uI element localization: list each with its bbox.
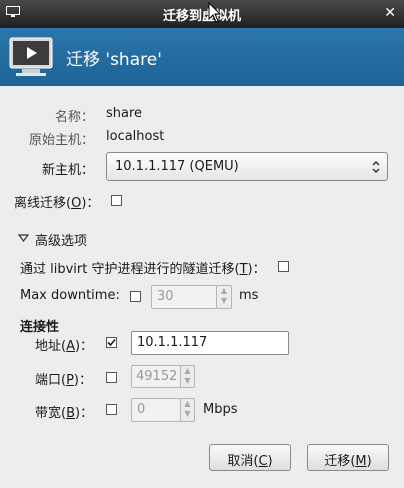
address-label: 地址(A)：	[35, 339, 94, 354]
max-downtime-input[interactable]: 30	[151, 285, 217, 309]
bandwidth-value: 0	[137, 402, 146, 417]
original-host-value: localhost	[106, 129, 165, 144]
port-input[interactable]: 49152	[131, 365, 181, 388]
migrate-button[interactable]: 迁移(M)	[307, 444, 389, 471]
connectivity-header: 连接性	[20, 320, 60, 335]
title-bar[interactable]: 迁移到虚拟机 ✕	[0, 0, 404, 28]
window-title: 迁移到虚拟机	[162, 9, 241, 24]
checkmark-icon	[107, 338, 116, 347]
offline-migration-label: 离线迁移(O)：	[14, 196, 100, 211]
advanced-options-expander[interactable]: 高级选项	[35, 230, 87, 249]
port-checkbox[interactable]	[106, 372, 117, 383]
cancel-button[interactable]: 取消(C)	[209, 444, 291, 471]
bandwidth-spinner[interactable]: ▲ ▼	[180, 398, 195, 422]
tunnel-migration-checkbox[interactable]	[278, 261, 289, 272]
tunnel-migration-label: 通过 libvirt 守护进程进行的隧道迁移(T)：	[20, 262, 266, 277]
max-downtime-label: Max downtime:	[20, 288, 120, 303]
mouse-cursor-icon	[208, 2, 222, 23]
bandwidth-input[interactable]: 0	[131, 398, 181, 422]
bandwidth-label: 带宽(B)：	[35, 406, 94, 421]
cancel-button-label: 取消(C)	[227, 454, 273, 469]
original-host-label: 原始主机：	[28, 133, 94, 148]
expander-arrow-icon[interactable]	[18, 234, 29, 242]
bandwidth-checkbox[interactable]	[106, 404, 117, 415]
migrate-button-label: 迁移(M)	[324, 454, 372, 469]
name-label: 名称：	[54, 110, 94, 125]
new-host-combo[interactable]: 10.1.1.117 (QEMU)	[106, 152, 388, 181]
bandwidth-unit: Mbps	[203, 402, 238, 417]
updown-chevron-icon	[372, 160, 380, 174]
max-downtime-checkbox[interactable]	[130, 291, 141, 302]
name-value: share	[106, 106, 143, 121]
max-downtime-spinner[interactable]: ▲ ▼	[216, 285, 232, 309]
header-banner: 迁移 'share'	[0, 28, 404, 86]
port-label: 端口(P)：	[35, 373, 92, 388]
address-input[interactable]: 10.1.1.117	[131, 331, 289, 355]
max-downtime-value: 30	[157, 289, 174, 304]
banner-title: 迁移 'share'	[66, 50, 162, 70]
close-icon[interactable]: ✕	[384, 5, 396, 21]
max-downtime-unit: ms	[239, 288, 259, 303]
port-spinner[interactable]: ▲ ▼	[180, 365, 195, 388]
port-value: 49152	[136, 369, 178, 384]
new-host-label: 新主机：	[41, 163, 94, 178]
vm-console-icon	[9, 37, 53, 76]
address-checkbox[interactable]	[106, 337, 117, 348]
address-value: 10.1.1.117	[137, 335, 208, 350]
offline-migration-checkbox[interactable]	[111, 195, 122, 206]
new-host-value: 10.1.1.117 (QEMU)	[115, 159, 239, 174]
